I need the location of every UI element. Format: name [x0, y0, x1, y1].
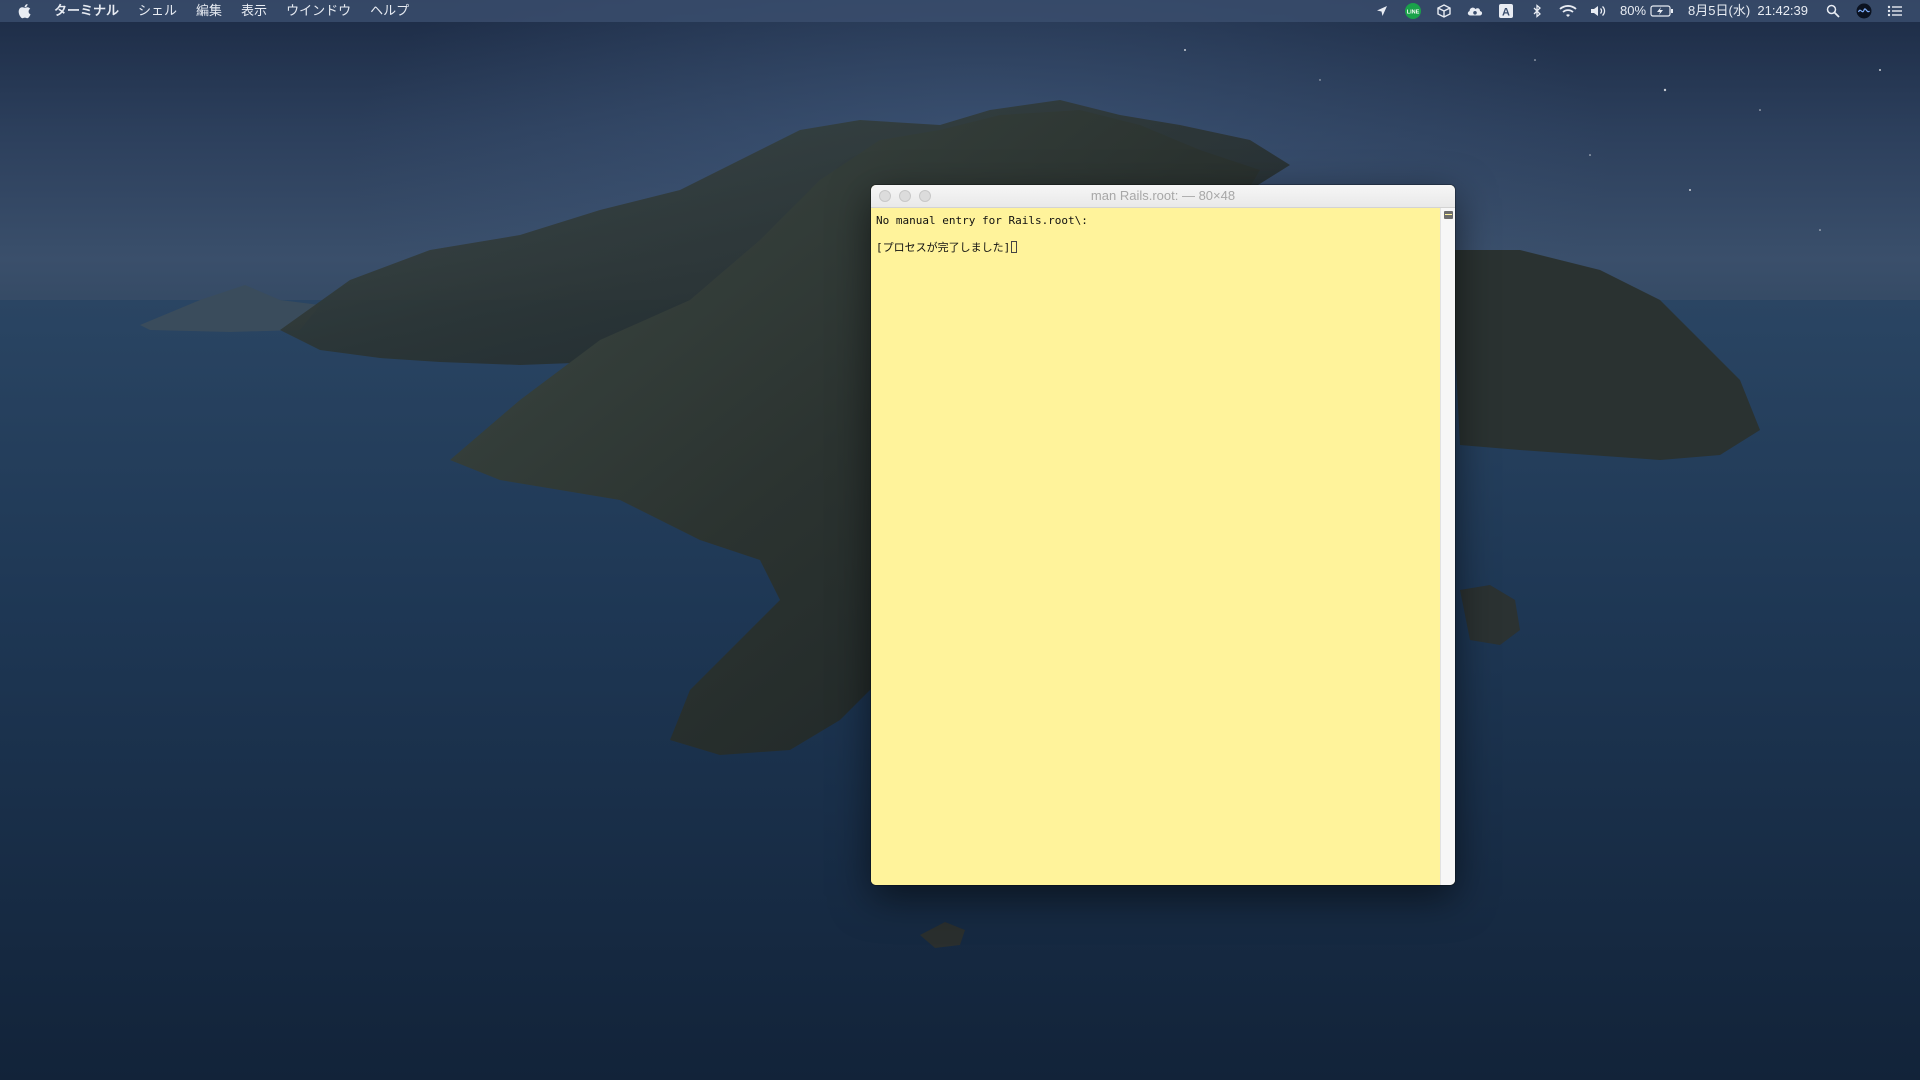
menu-clock[interactable]: 8月5日(水) 21:42:39 [1688, 0, 1808, 22]
line-app-icon[interactable]: LINE [1404, 0, 1422, 22]
line-app-label: LINE [1407, 10, 1420, 16]
cloud-icon[interactable] [1466, 0, 1484, 22]
menu-shell[interactable]: シェル [138, 0, 177, 22]
package-icon[interactable] [1435, 0, 1453, 22]
bluetooth-icon[interactable] [1528, 0, 1546, 22]
terminal-line: No manual entry for Rails.root\: [876, 214, 1088, 227]
input-source-icon[interactable]: A [1497, 0, 1515, 22]
input-source-label: A [1502, 7, 1510, 19]
terminal-output[interactable]: No manual entry for Rails.root\: [プロセスが完… [871, 208, 1441, 885]
menu-view[interactable]: 表示 [241, 0, 267, 22]
menu-help[interactable]: ヘルプ [370, 0, 409, 22]
volume-icon[interactable] [1590, 0, 1608, 22]
terminal-window[interactable]: man Rails.root: — 80×48 No manual entry … [871, 185, 1455, 885]
wifi-icon[interactable] [1559, 0, 1577, 22]
terminal-line-with-cursor: [プロセスが完了しました] [876, 241, 1441, 255]
menu-bar: ターミナル シェル 編集 表示 ウインドウ ヘルプ LINE A 80% 8月5… [0, 0, 1920, 22]
apple-menu-icon[interactable] [18, 0, 34, 22]
notification-center-icon[interactable] [1886, 0, 1904, 22]
terminal-titlebar[interactable]: man Rails.root: — 80×48 [871, 185, 1455, 208]
spotlight-icon[interactable] [1824, 0, 1842, 22]
location-icon[interactable] [1373, 0, 1391, 22]
battery-charging-icon[interactable] [1650, 0, 1674, 22]
window-title: man Rails.root: — 80×48 [1090, 188, 1236, 203]
text-cursor [1011, 241, 1018, 253]
split-pane-icon[interactable] [1444, 211, 1453, 219]
menu-app-terminal[interactable]: ターミナル [54, 0, 119, 22]
battery-percentage[interactable]: 80% [1620, 0, 1646, 22]
process-completed-text: [プロセスが完了しました] [876, 241, 1011, 254]
menu-window[interactable]: ウインドウ [286, 0, 351, 22]
scrollbar[interactable] [1440, 208, 1455, 885]
menu-edit[interactable]: 編集 [196, 0, 222, 22]
siri-icon[interactable] [1855, 0, 1873, 22]
